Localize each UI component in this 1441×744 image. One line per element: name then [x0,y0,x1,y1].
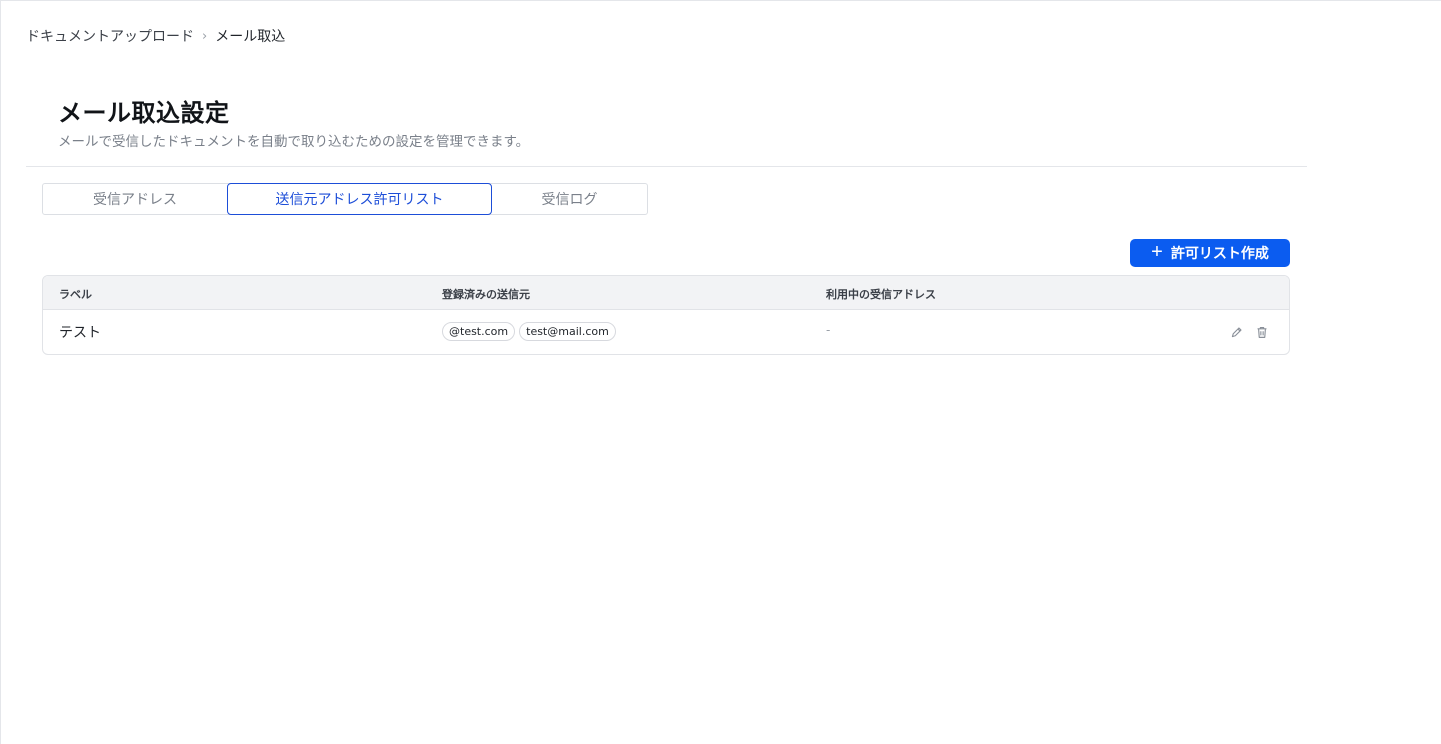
tab-receive-address[interactable]: 受信アドレス [43,184,227,214]
tab-sender-allowlist[interactable]: 送信元アドレス許可リスト [227,183,492,215]
breadcrumb-item-mail-import: メール取込 [215,29,286,45]
breadcrumb-item-document-upload[interactable]: ドキュメントアップロード [26,26,194,46]
sender-chip: test@mail.com [519,322,616,341]
header-divider [26,166,1307,167]
table-row[interactable]: テスト @test.com test@mail.com - [43,310,1289,354]
page-subtitle: メールで受信したドキュメントを自動で取り込むための設定を管理できます。 [58,134,530,150]
trash-icon[interactable] [1255,325,1269,339]
column-header-label: ラベル [59,288,92,301]
tab-bar: 受信アドレス 送信元アドレス許可リスト 受信ログ [42,183,648,215]
row-actions [1229,325,1269,339]
column-header-senders: 登録済みの送信元 [442,288,530,301]
create-allowlist-button[interactable]: + 許可リスト作成 [1130,239,1290,267]
breadcrumb: ドキュメントアップロード › メール取込 [26,26,285,46]
row-label: テスト [59,325,101,341]
sender-chip: @test.com [442,322,516,341]
plus-icon: + [1151,241,1163,263]
allowlist-table: ラベル 登録済みの送信元 利用中の受信アドレス テスト @test.com te… [42,275,1290,355]
row-receive-address: - [826,323,831,337]
table-header: ラベル 登録済みの送信元 利用中の受信アドレス [43,276,1289,310]
column-header-receive-address: 利用中の受信アドレス [826,288,936,301]
app-frame: ドキュメントアップロード › メール取込 メール取込設定 メールで受信したドキュ… [0,0,1441,744]
create-allowlist-label: 許可リスト作成 [1170,245,1269,261]
sender-chips: @test.com test@mail.com [442,322,616,341]
edit-icon[interactable] [1229,325,1243,339]
tab-receive-log[interactable]: 受信ログ [492,184,647,214]
breadcrumb-separator-icon: › [202,28,208,44]
page-title: メール取込設定 [58,99,230,127]
